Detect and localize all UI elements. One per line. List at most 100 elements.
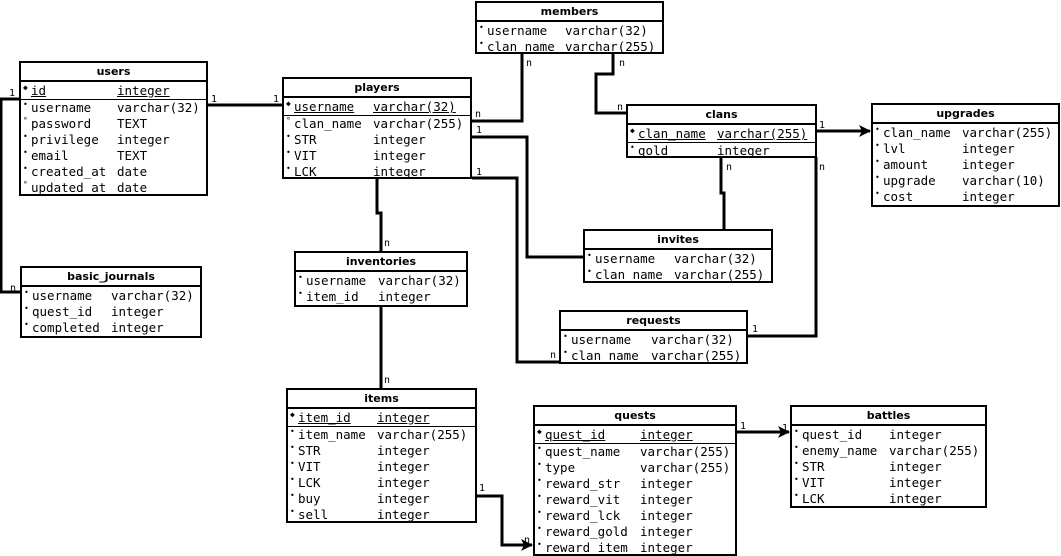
column-name: reward_item	[545, 540, 628, 555]
column-row[interactable]: ° password TEXT	[21, 116, 206, 132]
column-type: varchar(255)	[373, 116, 464, 131]
column-name: clan_name	[595, 267, 663, 282]
column-row[interactable]: • quest_id integer	[22, 304, 200, 320]
column-name: clan_name	[883, 125, 951, 140]
not-null-icon: •	[587, 267, 592, 276]
table-battles[interactable]: battles • quest_id integer • enemy_name varcha…	[790, 405, 987, 508]
column-row[interactable]: • VIT integer	[288, 459, 475, 475]
column-row[interactable]: • STR integer	[288, 443, 475, 459]
table-requests[interactable]: requests • username varchar(32) • clan_name va…	[559, 310, 748, 364]
column-name: created_at	[31, 164, 107, 179]
column-row[interactable]: • username varchar(32)	[585, 251, 771, 267]
column-row[interactable]: ◆ item_id integer	[288, 410, 475, 427]
column-row[interactable]: • reward_str integer	[535, 476, 735, 492]
table-clans[interactable]: clans ◆ clan_name varchar(255) • gold integer	[626, 104, 817, 158]
card-label: 1	[476, 167, 482, 178]
column-type: integer	[377, 443, 430, 458]
column-row[interactable]: • VIT integer	[792, 475, 985, 491]
not-null-icon: •	[794, 491, 799, 500]
column-name: LCK	[294, 164, 317, 179]
column-row[interactable]: • email TEXT	[21, 148, 206, 164]
column-row[interactable]: • clan_name varchar(255)	[477, 39, 662, 55]
table-players[interactable]: players ◆ username varchar(32) ° clan_name var…	[282, 77, 472, 179]
column-name: clan_name	[571, 348, 639, 363]
column-row[interactable]: • LCK integer	[288, 475, 475, 491]
column-row[interactable]: • lvl integer	[873, 141, 1058, 157]
column-type: varchar(255)	[962, 125, 1053, 140]
column-row[interactable]: • username varchar(32)	[21, 100, 206, 116]
not-null-icon: •	[298, 273, 303, 282]
column-row[interactable]: • upgrade varchar(10)	[873, 173, 1058, 189]
card-label: n	[550, 350, 556, 361]
not-null-icon: •	[24, 320, 29, 329]
column-row[interactable]: • sell integer	[288, 507, 475, 523]
column-row[interactable]: • item_name varchar(255)	[288, 427, 475, 443]
column-row[interactable]: • username varchar(32)	[477, 23, 662, 39]
not-null-icon: •	[286, 148, 291, 157]
column-row[interactable]: • reward_gold integer	[535, 524, 735, 540]
not-null-icon: •	[630, 143, 635, 152]
column-type: varchar(32)	[117, 100, 200, 115]
column-name: reward_str	[545, 476, 621, 491]
column-name: id	[31, 83, 47, 98]
column-row[interactable]: • username varchar(32)	[561, 332, 746, 348]
column-row[interactable]: • buy integer	[288, 491, 475, 507]
column-row[interactable]: • reward_vit integer	[535, 492, 735, 508]
column-row[interactable]: • clan_name varchar(255)	[585, 267, 771, 283]
column-name: LCK	[802, 491, 825, 506]
table-upgrades[interactable]: upgrades • clan_name varchar(255) • lvl intege…	[871, 103, 1060, 207]
column-row[interactable]: • gold integer	[628, 143, 815, 159]
column-row[interactable]: ◆ quest_id integer	[535, 427, 735, 444]
not-null-icon: •	[537, 460, 542, 469]
table-members[interactable]: members • username varchar(32) • clan_name var…	[475, 1, 664, 54]
table-quests[interactable]: quests ◆ quest_id integer • quest_name varchar…	[533, 405, 737, 556]
column-row[interactable]: • clan_name varchar(255)	[873, 125, 1058, 141]
table-users[interactable]: users ◆ id integer • username varchar(32) ° pass…	[19, 61, 208, 196]
column-row[interactable]: • created_at date	[21, 164, 206, 180]
column-type: varchar(255)	[640, 444, 731, 459]
column-row[interactable]: • VIT integer	[284, 148, 470, 164]
column-type: integer	[640, 524, 693, 539]
column-row[interactable]: ◆ clan_name varchar(255)	[628, 126, 815, 143]
column-name: upgrade	[883, 173, 936, 188]
card-label: 1	[782, 423, 788, 434]
column-row[interactable]: • STR integer	[792, 459, 985, 475]
column-row[interactable]: • LCK integer	[792, 491, 985, 507]
table-items[interactable]: items ◆ item_id integer • item_name varchar(25…	[286, 388, 477, 523]
column-row[interactable]: • quest_name varchar(255)	[535, 444, 735, 460]
column-type: integer	[962, 189, 1015, 204]
table-basic-journals[interactable]: basic_journals • username varchar(32) • quest…	[20, 266, 202, 338]
table-title: clans	[628, 106, 815, 125]
column-row[interactable]: • enemy_name varchar(255)	[792, 443, 985, 459]
column-row[interactable]: • privilege integer	[21, 132, 206, 148]
column-name: updated_at	[31, 180, 107, 195]
column-row[interactable]: ◆ id integer	[21, 83, 206, 100]
column-row[interactable]: • reward_lck integer	[535, 508, 735, 524]
column-row[interactable]: • quest_id integer	[792, 427, 985, 443]
column-type: varchar(255)	[674, 267, 765, 282]
column-row[interactable]: • cost integer	[873, 189, 1058, 205]
primary-key-icon: ◆	[23, 83, 28, 92]
column-row[interactable]: • username varchar(32)	[22, 288, 200, 304]
column-row[interactable]: • type varchar(255)	[535, 460, 735, 476]
table-invites[interactable]: invites • username varchar(32) • clan_name var…	[583, 229, 773, 283]
column-row[interactable]: ° clan_name varchar(255)	[284, 116, 470, 132]
column-row[interactable]: • STR integer	[284, 132, 470, 148]
column-row[interactable]: • clan_name varchar(255)	[561, 348, 746, 364]
column-name: username	[571, 332, 632, 347]
column-row[interactable]: • username varchar(32)	[296, 273, 466, 289]
column-list: • username varchar(32) • item_id integer	[296, 272, 466, 305]
column-row[interactable]: ◆ username varchar(32)	[284, 99, 470, 116]
column-type: TEXT	[117, 148, 148, 163]
column-row[interactable]: • LCK integer	[284, 164, 470, 180]
table-title: battles	[792, 407, 985, 426]
not-null-icon: •	[563, 348, 568, 357]
column-list: • username varchar(32) • quest_id integer • com…	[22, 287, 200, 336]
card-label: n	[617, 102, 623, 113]
column-row[interactable]: ° updated_at date	[21, 180, 206, 196]
column-row[interactable]: • completed integer	[22, 320, 200, 336]
column-row[interactable]: • amount integer	[873, 157, 1058, 173]
column-row[interactable]: • item_id integer	[296, 289, 466, 305]
column-row[interactable]: • reward_item integer	[535, 540, 735, 556]
table-inventories[interactable]: inventories • username varchar(32) • item_id i…	[294, 251, 468, 307]
